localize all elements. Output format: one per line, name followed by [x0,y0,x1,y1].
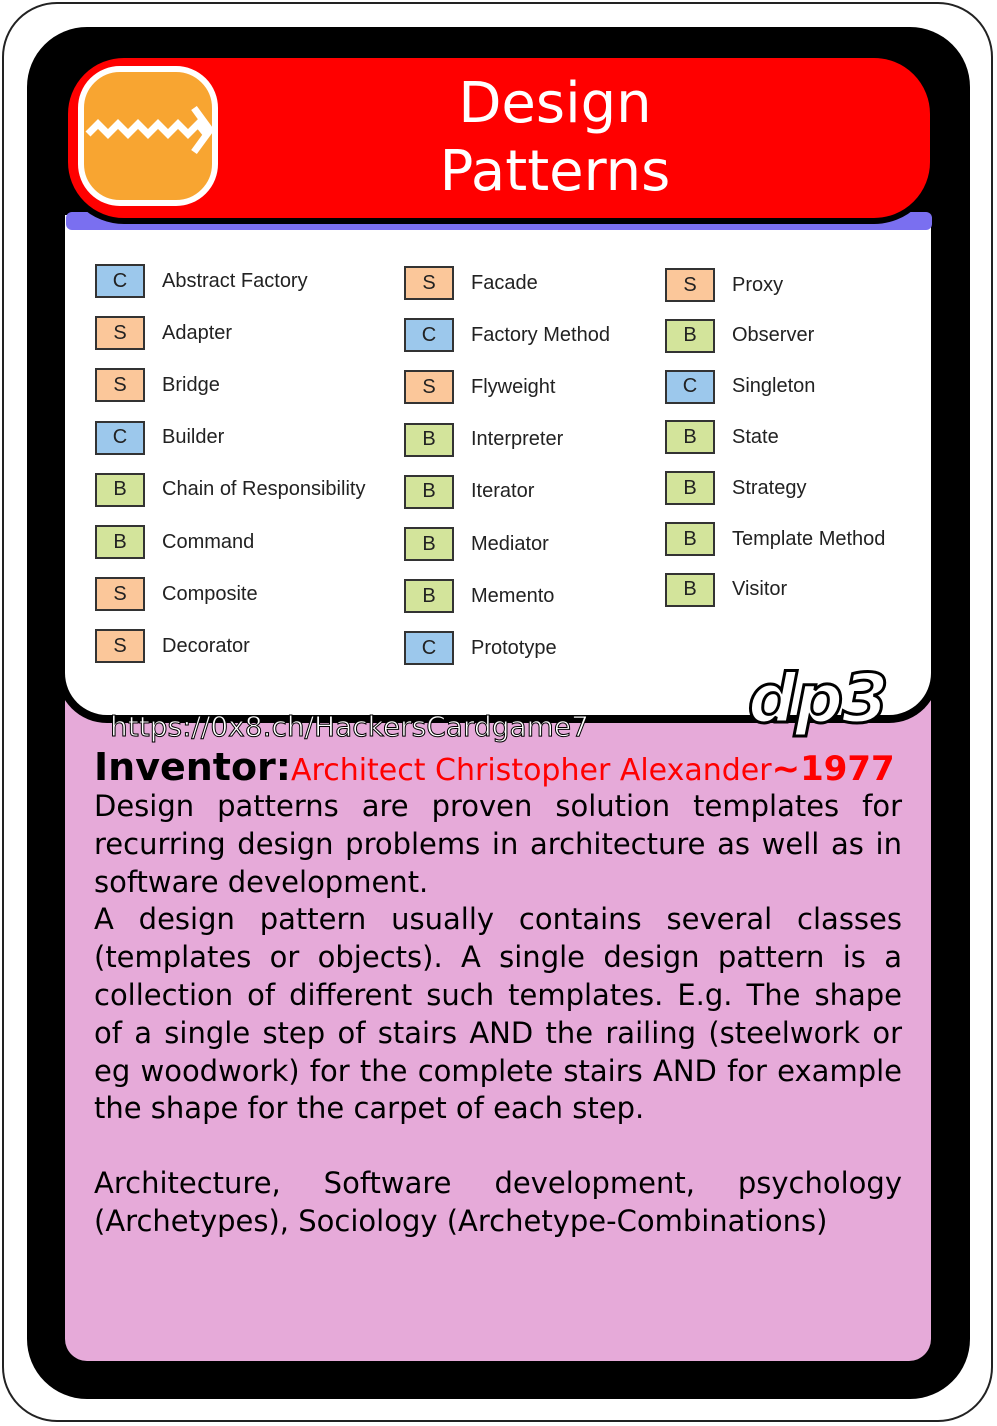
pattern-item: S Facade [404,264,538,302]
pattern-type-badge: S [95,629,145,664]
description-paragraph: A design pattern usually contains severa… [94,902,902,1126]
pattern-name: Strategy [732,476,807,499]
pattern-type-badge: B [665,471,715,506]
pattern-item: S Adapter [95,314,232,352]
pattern-type-badge: B [404,579,454,614]
pattern-item: C Factory Method [404,316,610,354]
pattern-name: Iterator [471,480,535,503]
pattern-type-badge: C [95,264,145,298]
title-line-1: Design [458,71,652,136]
pattern-type-badge: B [665,572,715,607]
pattern-item: B Chain of Responsibility [95,471,365,509]
pattern-type-badge: C [404,631,454,666]
pattern-name: Factory Method [471,323,610,346]
pattern-type-badge: B [665,522,715,556]
pattern-item: B State [665,418,779,456]
pattern-item: C Builder [95,419,224,457]
inventor-year: ~1977 [771,749,895,789]
pattern-item: C Abstract Factory [95,262,308,300]
pattern-type-badge: S [95,368,145,403]
pattern-item: B Interpreter [404,421,563,459]
pattern-name: Builder [162,426,225,449]
pattern-item: S Flyweight [404,368,555,406]
pattern-item: B Observer [665,317,814,355]
pattern-name: Decorator [162,634,250,657]
pattern-name: Template Method [732,527,886,550]
pattern-name: Observer [732,324,815,347]
pattern-name: Command [162,530,255,553]
pattern-name: Abstract Factory [162,269,308,292]
pattern-item: B Iterator [404,473,534,511]
pattern-type-badge: B [95,472,145,507]
pattern-name: Facade [471,271,538,294]
pattern-name: Chain of Responsibility [162,478,366,501]
pattern-name: Flyweight [471,375,556,398]
description: Design patterns are proven solution temp… [94,788,902,1128]
card-code: dp3 [747,659,891,741]
description-paragraph: Design patterns are proven solution temp… [94,789,902,899]
pattern-name: Composite [162,582,258,605]
pattern-item: B Strategy [665,469,806,507]
pattern-type-badge: S [95,316,145,351]
pattern-type-badge: C [95,420,145,455]
pattern-type-badge: B [404,422,454,457]
pattern-item: B Command [95,523,254,561]
pattern-item: C Prototype [404,629,557,667]
pattern-type-badge: S [404,370,454,405]
pattern-item: S Decorator [95,627,250,665]
pattern-item: B Mediator [404,525,549,563]
card-title: Design Patterns [380,70,730,206]
inventor-label: Inventor: [94,745,291,789]
zigzag-arrow-icon [78,66,218,206]
title-line-2: Patterns [439,139,671,204]
pattern-type-badge: S [404,266,454,300]
pattern-type-badge: B [404,474,454,509]
pattern-name: Interpreter [471,428,564,451]
pattern-item: B Visitor [665,571,787,609]
pattern-name: Memento [471,584,555,607]
pattern-name: Prototype [471,636,557,659]
pattern-item: C Singleton [665,368,815,406]
inventor-name: Architect Christopher Alexander [291,753,772,788]
card-url[interactable]: https://0x8.ch/HackersCardgame7 [110,710,590,744]
inventor-line: Inventor:Architect Christopher Alexander… [94,745,895,789]
pattern-type-badge: C [665,369,715,404]
pattern-type-badge: S [95,577,145,612]
pattern-name: Adapter [162,321,233,344]
pattern-name: Proxy [732,273,784,296]
pattern-item: S Proxy [665,266,783,304]
pattern-name: Mediator [471,532,549,555]
pattern-name: State [732,425,779,448]
pattern-type-badge: B [665,420,715,455]
pattern-item: S Composite [95,575,258,613]
pattern-name: Singleton [732,375,816,398]
pattern-type-badge: B [404,527,454,561]
pattern-item: S Bridge [95,366,220,404]
pattern-type-badge: C [404,318,454,353]
pattern-type-badge: S [665,268,715,302]
pattern-type-badge: B [95,525,145,559]
pattern-item: B Memento [404,577,554,615]
pattern-type-badge: B [665,318,715,353]
pattern-item: B Template Method [665,520,885,558]
related-fields: Architecture, Software development, psyc… [94,1166,902,1238]
pattern-name: Visitor [732,578,788,601]
pattern-name: Bridge [162,373,220,396]
